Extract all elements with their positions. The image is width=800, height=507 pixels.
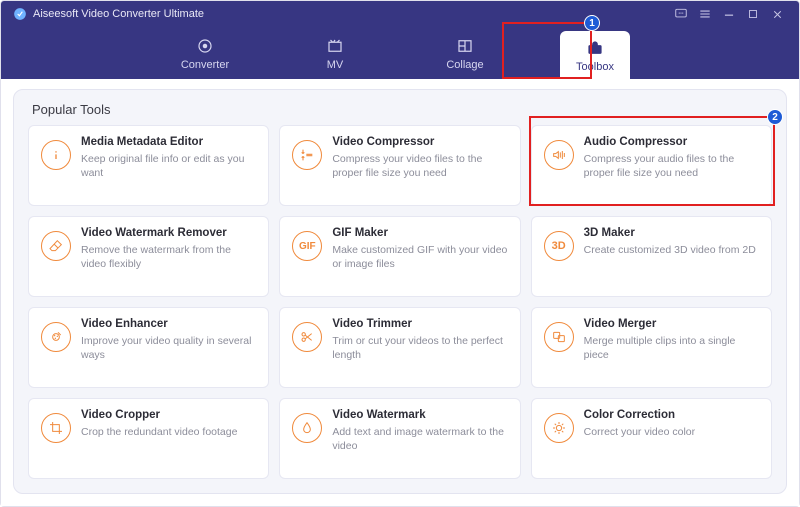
tool-title: Video Trimmer — [332, 318, 509, 330]
compress-icon — [292, 140, 322, 170]
erase-icon — [41, 231, 71, 261]
trim-icon — [292, 322, 322, 352]
tool-title: Color Correction — [584, 409, 761, 421]
tool-video-compressor[interactable]: Video Compressor Compress your video fil… — [279, 125, 520, 206]
toolbox-icon — [585, 39, 605, 57]
converter-icon — [195, 37, 215, 55]
tool-desc: Create customized 3D video from 2D — [584, 243, 761, 257]
app-window: Aiseesoft Video Converter Ultimate Conve… — [0, 0, 800, 507]
crop-icon — [41, 413, 71, 443]
tool-color-correction[interactable]: Color Correction Correct your video colo… — [531, 398, 772, 479]
tab-toolbox[interactable]: Toolbox — [560, 31, 630, 79]
annotation-badge-2: 2 — [767, 109, 783, 125]
audio-compress-icon — [544, 140, 574, 170]
tool-title: 3D Maker — [584, 227, 761, 239]
color-icon — [544, 413, 574, 443]
tools-grid: Media Metadata Editor Keep original file… — [28, 125, 772, 479]
tool-title: Video Compressor — [332, 136, 509, 148]
tool-title: Video Watermark — [332, 409, 509, 421]
merge-icon — [544, 322, 574, 352]
tool-video-enhancer[interactable]: Video Enhancer Improve your video qualit… — [28, 307, 269, 388]
tool-desc: Compress your audio files to the proper … — [584, 152, 761, 180]
tool-title: Video Watermark Remover — [81, 227, 258, 239]
tool-video-cropper[interactable]: Video Cropper Crop the redundant video f… — [28, 398, 269, 479]
tool-desc: Make customized GIF with your video or i… — [332, 243, 509, 271]
tool-title: Media Metadata Editor — [81, 136, 258, 148]
info-icon — [41, 140, 71, 170]
tab-mv[interactable]: MV — [300, 37, 370, 79]
tool-title: GIF Maker — [332, 227, 509, 239]
tool-audio-compressor[interactable]: Audio Compressor Compress your audio fil… — [531, 125, 772, 206]
tool-desc: Compress your video files to the proper … — [332, 152, 509, 180]
collage-icon — [455, 37, 475, 55]
chat-icon[interactable] — [669, 7, 693, 21]
content-area: Popular Tools Media Metadata Editor Keep… — [1, 79, 799, 506]
close-icon[interactable] — [765, 8, 789, 21]
tool-video-merger[interactable]: Video Merger Merge multiple clips into a… — [531, 307, 772, 388]
menu-icon[interactable] — [693, 7, 717, 21]
tab-label: Toolbox — [576, 61, 614, 73]
tab-label: MV — [327, 59, 344, 71]
tab-collage[interactable]: Collage — [430, 37, 500, 79]
tool-desc: Improve your video quality in several wa… — [81, 334, 258, 362]
annotation-badge-1: 1 — [584, 15, 600, 31]
tool-desc: Merge multiple clips into a single piece — [584, 334, 761, 362]
tool-gif-maker[interactable]: GIF GIF Maker Make customized GIF with y… — [279, 216, 520, 297]
3d-icon: 3D — [544, 231, 574, 261]
tab-label: Converter — [181, 59, 229, 71]
titlebar: Aiseesoft Video Converter Ultimate — [1, 1, 799, 21]
popular-tools-panel: Popular Tools Media Metadata Editor Keep… — [13, 89, 787, 494]
tool-3d-maker[interactable]: 3D 3D Maker Create customized 3D video f… — [531, 216, 772, 297]
tool-desc: Add text and image watermark to the vide… — [332, 425, 509, 453]
app-logo-icon — [13, 7, 27, 21]
mv-icon — [325, 37, 345, 55]
minimize-icon[interactable] — [717, 7, 741, 21]
tool-desc: Trim or cut your videos to the perfect l… — [332, 334, 509, 362]
tool-title: Video Enhancer — [81, 318, 258, 330]
tool-video-watermark[interactable]: Video Watermark Add text and image water… — [279, 398, 520, 479]
watermark-icon — [292, 413, 322, 443]
enhance-icon — [41, 322, 71, 352]
tab-label: Collage — [446, 59, 483, 71]
tool-desc: Remove the watermark from the video flex… — [81, 243, 258, 271]
tool-media-metadata-editor[interactable]: Media Metadata Editor Keep original file… — [28, 125, 269, 206]
panel-title: Popular Tools — [32, 102, 772, 117]
nav-tabs: Converter MV Collage Toolbox — [1, 29, 799, 79]
tool-title: Video Cropper — [81, 409, 258, 421]
maximize-icon[interactable] — [741, 8, 765, 20]
tool-video-watermark-remover[interactable]: Video Watermark Remover Remove the water… — [28, 216, 269, 297]
tool-desc: Correct your video color — [584, 425, 761, 439]
tool-desc: Keep original file info or edit as you w… — [81, 152, 258, 180]
tool-title: Audio Compressor — [584, 136, 761, 148]
tool-video-trimmer[interactable]: Video Trimmer Trim or cut your videos to… — [279, 307, 520, 388]
app-title: Aiseesoft Video Converter Ultimate — [33, 8, 204, 20]
tab-converter[interactable]: Converter — [170, 37, 240, 79]
gif-icon: GIF — [292, 231, 322, 261]
header: Aiseesoft Video Converter Ultimate Conve… — [1, 1, 799, 79]
tool-title: Video Merger — [584, 318, 761, 330]
tool-desc: Crop the redundant video footage — [81, 425, 258, 439]
